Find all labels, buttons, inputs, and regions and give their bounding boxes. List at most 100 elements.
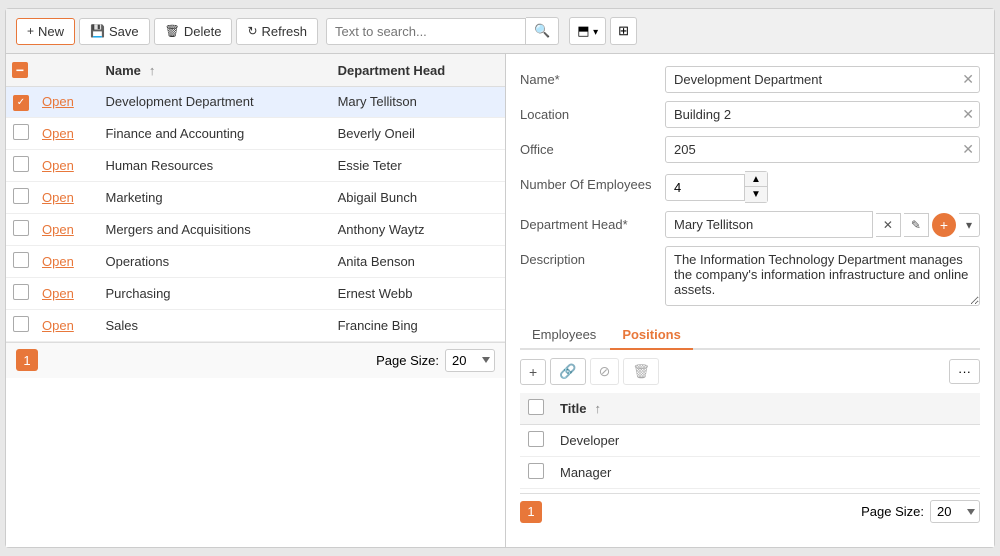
- row-checkbox[interactable]: [13, 284, 29, 300]
- row-checkbox[interactable]: [13, 156, 29, 172]
- employees-decrement[interactable]: ▼: [745, 187, 767, 202]
- name-input[interactable]: [665, 66, 980, 93]
- head-clear-button[interactable]: ✕: [876, 213, 901, 237]
- export-button[interactable]: ⬒ ▾: [569, 17, 606, 45]
- row-head-cell: Anthony Waytz: [332, 213, 505, 245]
- description-field-value: The Information Technology Department ma…: [665, 246, 980, 309]
- row-name-cell: Mergers and Acquisitions: [99, 213, 331, 245]
- list-row[interactable]: Open Operations Anita Benson: [6, 245, 505, 277]
- new-button[interactable]: + New: [16, 18, 75, 45]
- office-clear-button[interactable]: ✕: [962, 141, 974, 158]
- list-panel: Name ↑ Department Head Open Development …: [6, 54, 506, 547]
- page-size-select[interactable]: 20 50 100: [445, 349, 495, 372]
- description-textarea[interactable]: The Information Technology Department ma…: [665, 246, 980, 306]
- open-link[interactable]: Open: [42, 94, 74, 109]
- head-column-header: Department Head: [332, 54, 505, 87]
- toolbar: + New 💾 Save 🗑 Delete ↻ Refresh 🔍 ⬒ ▾: [6, 9, 994, 54]
- head-dropdown-button[interactable]: ▾: [959, 213, 980, 237]
- list-row[interactable]: Open Marketing Abigail Bunch: [6, 181, 505, 213]
- office-input-wrap: ✕: [665, 136, 980, 163]
- tab-positions[interactable]: Positions: [610, 321, 693, 350]
- head-input[interactable]: [665, 211, 873, 238]
- row-checkbox-cell: [6, 245, 36, 277]
- tab-employees[interactable]: Employees: [520, 321, 608, 350]
- dropdown-arrow: ▾: [593, 27, 598, 38]
- positions-select-all[interactable]: [528, 399, 544, 415]
- office-label: Office: [520, 136, 665, 157]
- employees-increment[interactable]: ▲: [745, 172, 767, 187]
- list-row[interactable]: Open Sales Francine Bing: [6, 309, 505, 341]
- tab-content-positions: + 🔗 ⊘ 🗑 ···: [520, 350, 980, 537]
- list-row[interactable]: Open Human Resources Essie Teter: [6, 149, 505, 181]
- positions-page-size-select[interactable]: 20 50 100: [930, 500, 980, 523]
- open-link[interactable]: Open: [42, 190, 74, 205]
- head-label: Department Head*: [520, 211, 665, 232]
- open-link[interactable]: Open: [42, 126, 74, 141]
- list-row[interactable]: Open Development Department Mary Tellits…: [6, 87, 505, 118]
- positions-toolbar: + 🔗 ⊘ 🗑 ···: [520, 358, 980, 385]
- list-row[interactable]: Open Finance and Accounting Beverly Onei…: [6, 117, 505, 149]
- row-checkbox[interactable]: [13, 124, 29, 140]
- row-checkbox[interactable]: [13, 316, 29, 332]
- employees-label: Number Of Employees: [520, 171, 665, 192]
- row-checkbox-cell: [6, 277, 36, 309]
- list-row[interactable]: Open Purchasing Ernest Webb: [6, 277, 505, 309]
- head-edit-button[interactable]: ✎: [904, 213, 929, 237]
- row-checkbox[interactable]: [13, 95, 29, 111]
- row-name-cell: Operations: [99, 245, 331, 277]
- page-size-label: Page Size:: [376, 353, 439, 368]
- open-link[interactable]: Open: [42, 158, 74, 173]
- search-input[interactable]: [326, 18, 526, 45]
- delete-button[interactable]: 🗑 Delete: [154, 18, 233, 45]
- positions-footer: 1 Page Size: 20 50 100: [520, 493, 980, 529]
- position-checkbox[interactable]: [528, 431, 544, 447]
- list-row[interactable]: Open Mergers and Acquisitions Anthony Wa…: [6, 213, 505, 245]
- positions-delete-button[interactable]: 🗑: [623, 358, 659, 385]
- refresh-button[interactable]: ↻ Refresh: [236, 18, 318, 45]
- delete-icon: 🗑: [165, 24, 180, 38]
- row-head-cell: Mary Tellitson: [332, 87, 505, 118]
- row-name-cell: Finance and Accounting: [99, 117, 331, 149]
- open-link[interactable]: Open: [42, 222, 74, 237]
- save-button[interactable]: 💾 Save: [79, 18, 150, 45]
- positions-page-badge: 1: [520, 501, 542, 523]
- positions-page-size-label: Page Size:: [861, 504, 924, 519]
- employees-input[interactable]: [665, 174, 745, 201]
- title-column-header: Title ↑: [552, 393, 980, 425]
- open-link[interactable]: Open: [42, 318, 74, 333]
- list-table: Name ↑ Department Head Open Development …: [6, 54, 505, 342]
- position-checkbox[interactable]: [528, 463, 544, 479]
- location-input-wrap: ✕: [665, 101, 980, 128]
- select-all-checkbox[interactable]: [12, 62, 28, 78]
- head-field-value: ✕ ✎ + ▾: [665, 211, 980, 238]
- positions-link-button[interactable]: 🔗: [550, 358, 585, 385]
- description-field-row: Description The Information Technology D…: [520, 246, 980, 309]
- office-input[interactable]: [665, 136, 980, 163]
- grid-button[interactable]: ⊞: [610, 17, 637, 45]
- row-open-cell: Open: [36, 87, 99, 118]
- head-add-button[interactable]: +: [932, 213, 956, 237]
- positions-add-button[interactable]: +: [520, 359, 546, 385]
- open-link[interactable]: Open: [42, 254, 74, 269]
- positions-more-button[interactable]: ···: [949, 359, 980, 384]
- search-container: 🔍: [326, 17, 559, 45]
- row-checkbox[interactable]: [13, 252, 29, 268]
- title-sort-icon[interactable]: ↑: [595, 401, 602, 416]
- select-all-header: [6, 54, 36, 87]
- location-clear-button[interactable]: ✕: [962, 106, 974, 123]
- name-clear-button[interactable]: ✕: [962, 71, 974, 88]
- row-open-cell: Open: [36, 149, 99, 181]
- row-name-cell: Development Department: [99, 87, 331, 118]
- positions-row[interactable]: Manager: [520, 457, 980, 489]
- positions-row[interactable]: Developer: [520, 425, 980, 457]
- positions-unlink-button[interactable]: ⊘: [590, 358, 620, 385]
- search-button[interactable]: 🔍: [526, 17, 559, 45]
- location-field-value: ✕: [665, 101, 980, 128]
- name-sort-icon[interactable]: ↑: [149, 63, 156, 78]
- row-checkbox-cell: [6, 149, 36, 181]
- row-checkbox[interactable]: [13, 188, 29, 204]
- row-open-cell: Open: [36, 181, 99, 213]
- row-checkbox[interactable]: [13, 220, 29, 236]
- location-input[interactable]: [665, 101, 980, 128]
- open-link[interactable]: Open: [42, 286, 74, 301]
